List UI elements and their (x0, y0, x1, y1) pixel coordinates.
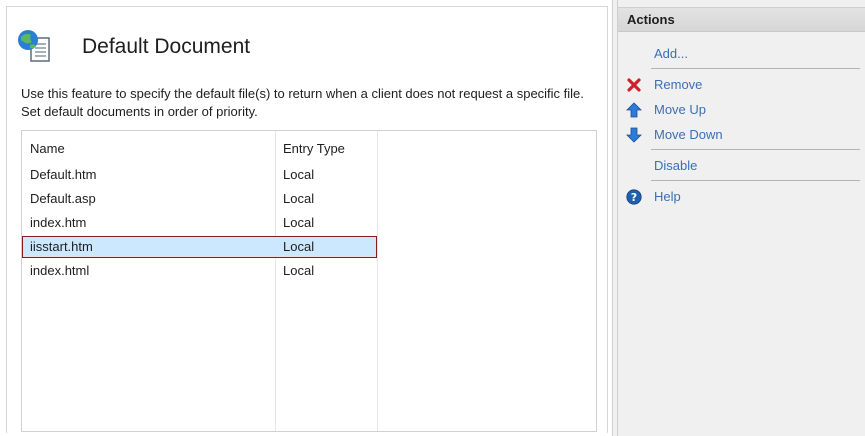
actions-header: Actions (618, 7, 865, 32)
row-entry-type: Local (283, 191, 315, 206)
table-row[interactable]: index.html Local (22, 260, 377, 282)
add-link[interactable]: Add... (654, 46, 688, 61)
help-link[interactable]: Help (654, 189, 681, 204)
column-separator[interactable] (377, 131, 378, 431)
row-name: Default.htm (30, 167, 97, 182)
column-header-entry-type[interactable]: Entry Type (283, 141, 345, 156)
page-title: Default Document (82, 35, 251, 58)
globe-document-icon (18, 30, 50, 62)
column-header-name[interactable]: Name (30, 141, 65, 156)
remove-link[interactable]: Remove (654, 77, 702, 92)
default-document-list[interactable]: Name Entry Type Default.htm Local Defaul… (21, 130, 597, 432)
move-down-action[interactable]: Move Down (618, 124, 865, 146)
table-row[interactable]: Default.htm Local (22, 164, 377, 186)
row-name: iisstart.htm (30, 239, 93, 254)
row-entry-type: Local (283, 215, 315, 230)
row-name: Default.asp (30, 191, 96, 206)
divider (651, 149, 860, 150)
actions-header-label: Actions (627, 12, 675, 27)
blue-up-arrow-icon (626, 102, 642, 118)
row-entry-type: Local (283, 167, 315, 182)
feature-content: Default Document Use this feature to spe… (6, 6, 608, 433)
help-action[interactable]: ? Help (618, 186, 865, 208)
row-entry-type: Local (283, 239, 315, 254)
disable-link[interactable]: Disable (654, 158, 697, 173)
add-action[interactable]: Add... (618, 43, 865, 65)
move-up-link[interactable]: Move Up (654, 102, 706, 117)
red-x-icon (627, 78, 641, 92)
actions-pane: Actions Add... Remove Move Up Move Down … (617, 0, 865, 436)
move-up-action[interactable]: Move Up (618, 99, 865, 121)
svg-text:?: ? (631, 191, 637, 204)
divider (651, 68, 860, 69)
table-row-selected[interactable]: iisstart.htm Local (22, 236, 377, 258)
move-down-link[interactable]: Move Down (654, 127, 723, 142)
divider (651, 180, 860, 181)
feature-description: Use this feature to specify the default … (21, 86, 584, 119)
row-entry-type: Local (283, 263, 315, 278)
remove-action[interactable]: Remove (618, 74, 865, 96)
disable-action[interactable]: Disable (618, 155, 865, 177)
row-name: index.htm (30, 215, 87, 230)
feature-pane: Default Document Use this feature to spe… (0, 0, 613, 436)
table-row[interactable]: Default.asp Local (22, 188, 377, 210)
row-name: index.html (30, 263, 90, 278)
table-row[interactable]: index.htm Local (22, 212, 377, 234)
help-icon: ? (626, 189, 642, 205)
blue-down-arrow-icon (626, 127, 642, 143)
